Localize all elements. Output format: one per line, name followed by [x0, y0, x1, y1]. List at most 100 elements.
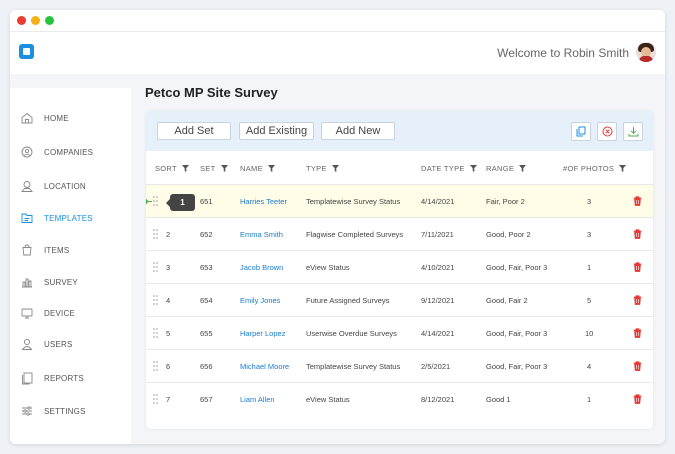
- cell-name-link[interactable]: Jacob Brown: [240, 263, 283, 272]
- copy-icon: [576, 126, 586, 137]
- cell-range: Good, Fair 2: [486, 296, 528, 305]
- cell-name-link[interactable]: Emily Jones: [240, 296, 280, 305]
- cell-name-link[interactable]: Liam Allen: [240, 395, 275, 404]
- drag-handle-icon[interactable]: [153, 229, 158, 239]
- survey-icon: [22, 278, 32, 288]
- cell-photos: 1: [587, 395, 592, 404]
- filter-icon[interactable]: [519, 165, 527, 172]
- table-row[interactable]: 6 656 Michael Moore Templatewise Survey …: [146, 349, 653, 382]
- cell-set: 657: [200, 395, 213, 404]
- sidebar-item-items[interactable]: ITEMS: [10, 240, 131, 260]
- add-new-button[interactable]: Add New: [321, 122, 395, 140]
- location-icon: [21, 181, 33, 192]
- trash-icon[interactable]: [633, 229, 642, 239]
- templates-icon: [21, 213, 33, 223]
- cancel-button[interactable]: [597, 122, 617, 141]
- avatar[interactable]: [636, 42, 656, 62]
- trash-icon[interactable]: [633, 262, 642, 272]
- drag-handle-icon[interactable]: [153, 196, 158, 206]
- cell-name-link[interactable]: Emma Smith: [240, 230, 283, 239]
- users-icon: [21, 338, 33, 350]
- add-set-button[interactable]: Add Set: [157, 122, 231, 140]
- cell-photos: 10: [585, 329, 594, 338]
- welcome-text: Welcome to Robin Smith: [497, 46, 629, 60]
- cell-sort: 4: [166, 296, 171, 305]
- cell-type: Templatewise Survey Status: [306, 362, 401, 371]
- cell-date: 4/14/2021: [421, 197, 455, 206]
- cell-date: 9/12/2021: [421, 296, 455, 305]
- column-range[interactable]: RANGE: [486, 164, 527, 173]
- sidebar-item-device[interactable]: DEVICE: [10, 303, 131, 323]
- companies-icon: [21, 146, 33, 158]
- close-window-button[interactable]: [17, 16, 26, 25]
- table-row[interactable]: 1 651 Harries Teeter Templatewise Survey…: [146, 184, 653, 217]
- drag-handle-icon[interactable]: [153, 394, 158, 404]
- cell-set: 651: [200, 197, 213, 206]
- copy-button[interactable]: [571, 122, 591, 141]
- app-logo-icon[interactable]: [19, 44, 34, 59]
- trash-icon[interactable]: [633, 361, 642, 371]
- reports-icon: [22, 372, 33, 385]
- sidebar-item-templates[interactable]: TEMPLATES: [10, 208, 131, 228]
- cell-range: Good, Fair, Poor 3: [486, 329, 548, 338]
- drag-handle-icon[interactable]: [153, 328, 158, 338]
- trash-icon[interactable]: [633, 394, 642, 404]
- survey-table-panel: Add Set Add Existing Add New SORT SET NA…: [146, 111, 653, 429]
- filter-icon[interactable]: [619, 165, 627, 172]
- cell-type: Templatewise Survey Status: [306, 197, 401, 206]
- cell-range: Good, Poor 2: [486, 230, 531, 239]
- cell-set: 655: [200, 329, 213, 338]
- table-row[interactable]: 4 654 Emily Jones Future Assigned Survey…: [146, 283, 653, 316]
- cell-name-link[interactable]: Harper Lopez: [240, 329, 285, 338]
- table-row[interactable]: 2 652 Emma Smith Flagwise Completed Surv…: [146, 217, 653, 250]
- cell-type: Flagwise Completed Surveys: [306, 230, 404, 239]
- filter-icon[interactable]: [181, 165, 189, 172]
- drag-handle-icon[interactable]: [153, 262, 158, 272]
- sidebar-item-settings[interactable]: SETTINGS: [10, 401, 131, 421]
- table-row[interactable]: 7 657 Liam Allen eView Status 8/12/2021 …: [146, 382, 653, 415]
- filter-icon[interactable]: [220, 165, 228, 172]
- cell-range: Good, Fair, Poor 3: [486, 263, 548, 272]
- cell-date: 2/5/2021: [421, 362, 451, 371]
- trash-icon[interactable]: [633, 328, 642, 338]
- add-existing-button[interactable]: Add Existing: [239, 122, 314, 140]
- cell-sort: 7: [166, 395, 171, 404]
- column-sort[interactable]: SORT: [155, 164, 189, 173]
- column-date-type[interactable]: DATE TYPE: [421, 164, 477, 173]
- cell-name-link[interactable]: Michael Moore: [240, 362, 289, 371]
- maximize-window-button[interactable]: [45, 16, 54, 25]
- drag-handle-icon[interactable]: [153, 361, 158, 371]
- filter-icon[interactable]: [331, 165, 339, 172]
- sidebar-item-reports[interactable]: REPORTS: [10, 368, 131, 388]
- cancel-icon: [602, 126, 612, 137]
- device-icon: [21, 308, 33, 319]
- sidebar-item-home[interactable]: HOME: [10, 108, 131, 128]
- drag-handle-icon[interactable]: [153, 295, 158, 305]
- cell-name-link[interactable]: Harries Teeter: [240, 197, 287, 206]
- filter-icon[interactable]: [267, 165, 275, 172]
- cell-date: 4/14/2021: [421, 329, 455, 338]
- filter-icon[interactable]: [469, 165, 477, 172]
- cell-photos: 3: [587, 197, 592, 206]
- cell-photos: 3: [587, 230, 592, 239]
- items-icon: [22, 244, 32, 256]
- sidebar-item-users[interactable]: USERS: [10, 334, 131, 354]
- trash-icon[interactable]: [633, 295, 642, 305]
- table-row[interactable]: 5 655 Harper Lopez Userwise Overdue Surv…: [146, 316, 653, 349]
- sidebar-item-location[interactable]: LOCATION: [10, 176, 131, 196]
- minimize-window-button[interactable]: [31, 16, 40, 25]
- cell-type: Userwise Overdue Surveys: [306, 329, 397, 338]
- sidebar-item-survey[interactable]: SURVEY: [10, 272, 131, 292]
- column-type[interactable]: TYPE: [306, 164, 339, 173]
- download-button[interactable]: [623, 122, 643, 141]
- trash-icon[interactable]: [633, 196, 642, 206]
- cell-type: eView Status: [306, 263, 350, 272]
- sidebar-item-companies[interactable]: COMPANIES: [10, 142, 131, 162]
- table-row[interactable]: 3 653 Jacob Brown eView Status 4/10/2021…: [146, 250, 653, 283]
- column-photos[interactable]: #OF PHOTOS: [563, 164, 627, 173]
- cell-date: 8/12/2021: [421, 395, 455, 404]
- column-name[interactable]: NAME: [240, 164, 275, 173]
- cell-type: Future Assigned Surveys: [306, 296, 390, 305]
- column-set[interactable]: SET: [200, 164, 228, 173]
- cell-sort: 2: [166, 230, 171, 239]
